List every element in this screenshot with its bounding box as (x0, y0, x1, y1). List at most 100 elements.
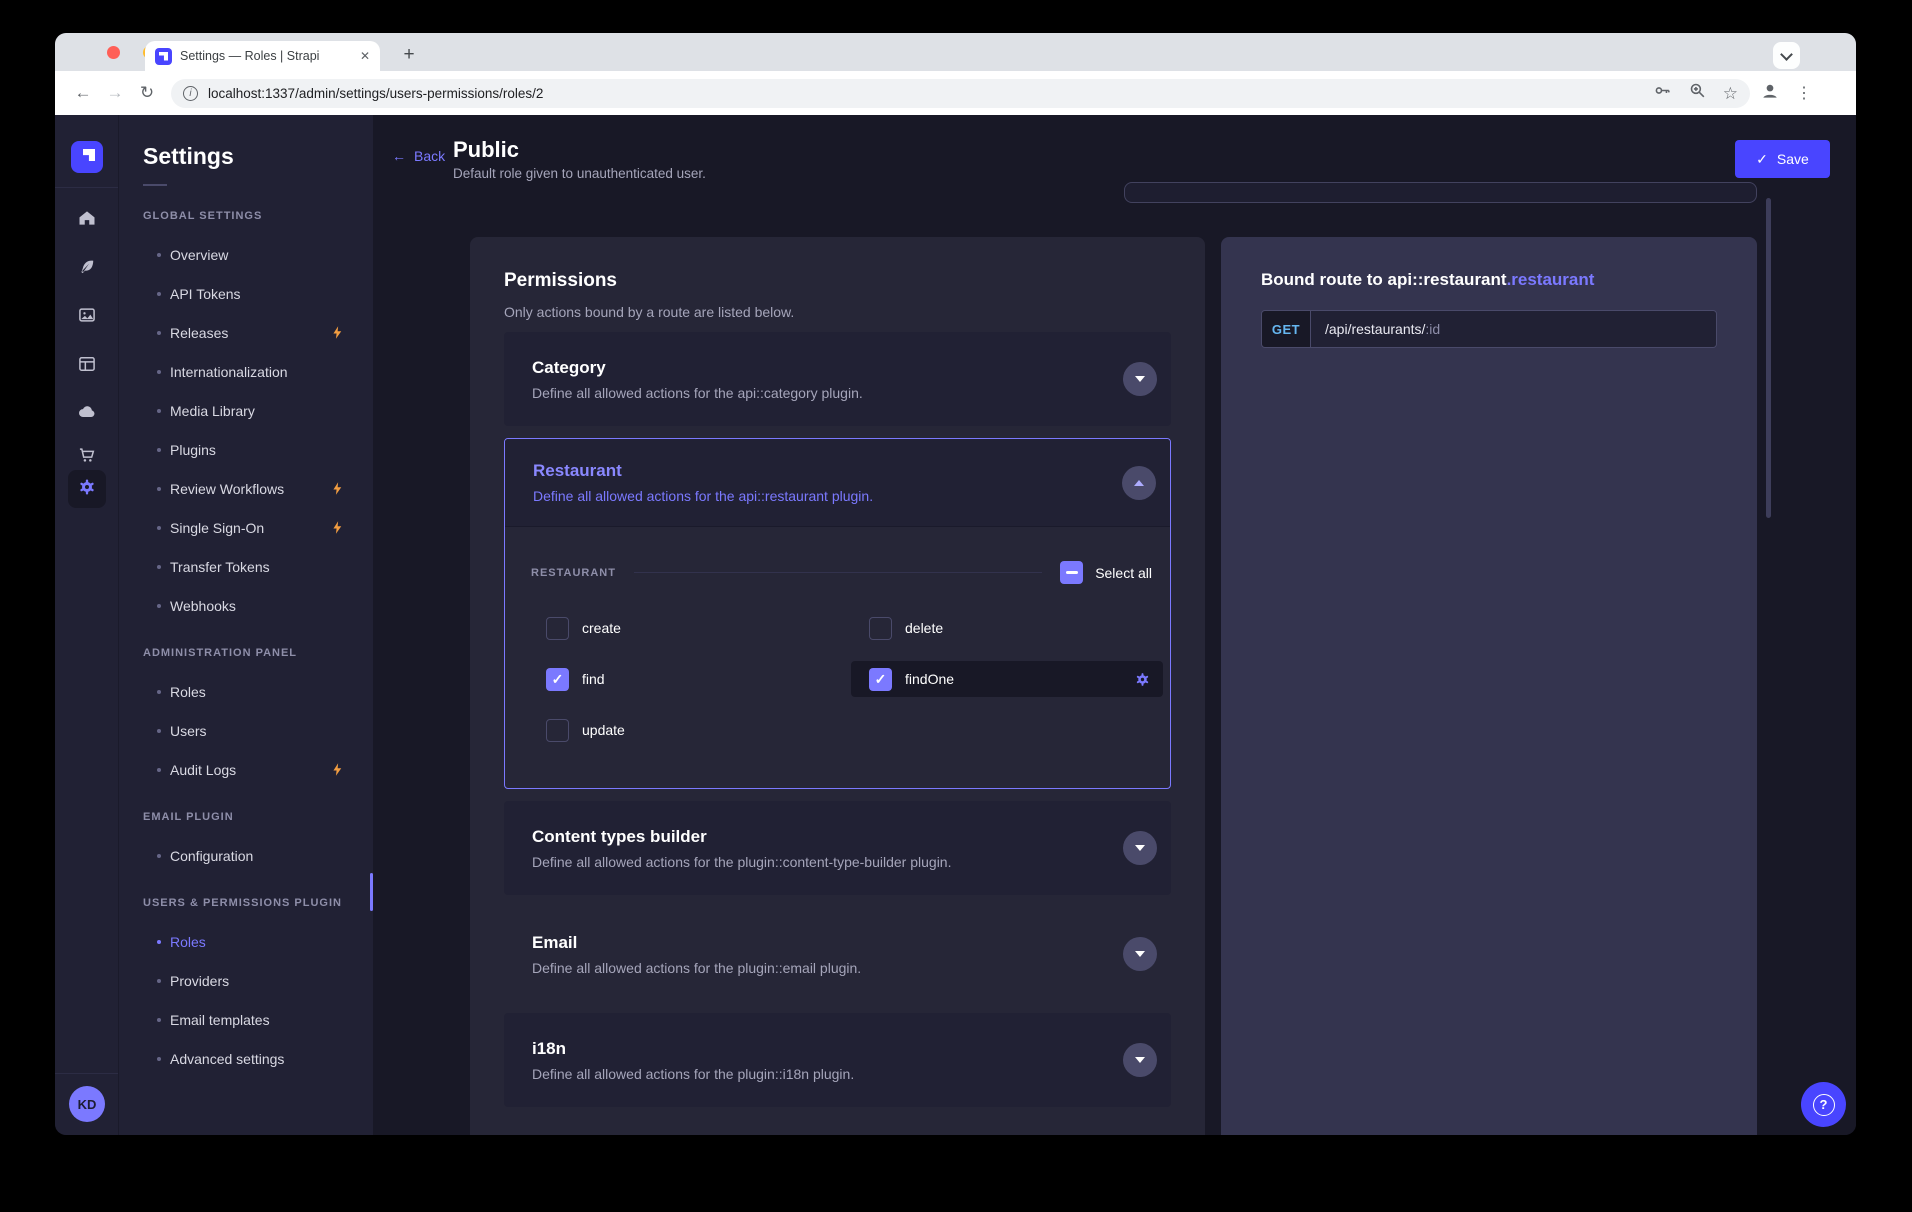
select-all-control[interactable]: Select all (1060, 561, 1152, 584)
sidebar-item-review-workflows[interactable]: Review Workflows (119, 469, 373, 508)
close-window-button[interactable] (107, 46, 120, 59)
zoom-in-icon[interactable] (1688, 81, 1707, 105)
action-find[interactable]: ✓ find (546, 661, 851, 697)
findone-checkbox[interactable]: ✓ (869, 668, 892, 691)
expand-button[interactable] (1123, 937, 1157, 971)
sidebar-item-email-templates[interactable]: Email templates (119, 1000, 373, 1039)
nav-home-icon[interactable] (77, 208, 97, 228)
sidebar-item-email-configuration[interactable]: Configuration (119, 836, 373, 875)
section-global-settings: GLOBAL SETTINGS (119, 196, 373, 235)
settings-title: Settings (119, 115, 373, 170)
description-field-clipped[interactable] (1124, 182, 1757, 203)
lightning-icon (330, 481, 345, 496)
bound-route-title: Bound route to api::restaurant.restauran… (1261, 270, 1717, 290)
user-avatar[interactable]: KD (69, 1086, 105, 1122)
browser-toolbar: ← → ↻ i localhost:1337/admin/settings/us… (55, 71, 1856, 115)
expand-button[interactable] (1123, 362, 1157, 396)
section-users-permissions-plugin: USERS & PERMISSIONS PLUGIN (119, 883, 373, 922)
sidebar-item-up-roles[interactable]: Roles (119, 922, 373, 961)
new-tab-button[interactable]: + (395, 41, 423, 69)
browser-reload-button[interactable]: ↻ (131, 83, 163, 103)
strapi-app: KD Settings GLOBAL SETTINGS Overview API… (55, 115, 1856, 1135)
sidebar-item-providers[interactable]: Providers (119, 961, 373, 1000)
divider (143, 184, 167, 186)
password-key-icon[interactable] (1653, 81, 1672, 105)
action-create[interactable]: create (546, 610, 851, 646)
nav-content-type-builder-icon[interactable] (77, 354, 97, 374)
strapi-favicon-icon (155, 48, 172, 65)
expand-button[interactable] (1123, 1043, 1157, 1077)
sidebar-item-overview[interactable]: Overview (119, 235, 373, 274)
find-checkbox[interactable]: ✓ (546, 668, 569, 691)
nav-media-library-icon[interactable] (77, 305, 97, 325)
nav-content-manager-icon[interactable] (77, 257, 97, 277)
sidebar-item-transfer-tokens[interactable]: Transfer Tokens (119, 547, 373, 586)
divider (55, 1073, 118, 1074)
sidebar-item-webhooks[interactable]: Webhooks (119, 586, 373, 625)
bound-route-panel: Bound route to api::restaurant.restauran… (1221, 237, 1757, 1135)
help-button[interactable]: ? (1801, 1082, 1846, 1127)
group-label: RESTAURANT (531, 567, 616, 579)
accordion-ctb-header[interactable]: Content types builder Define all allowed… (504, 801, 1171, 895)
route-path[interactable]: /api/restaurants/:id (1311, 311, 1716, 347)
sidebar-item-internationalization[interactable]: Internationalization (119, 352, 373, 391)
page-subtitle: Default role given to unauthenticated us… (453, 166, 706, 181)
actions-grid: create delete ✓ find (531, 610, 1156, 748)
sidebar-item-media-library[interactable]: Media Library (119, 391, 373, 430)
sidebar-item-plugins[interactable]: Plugins (119, 430, 373, 469)
accordion-i18n-header[interactable]: i18n Define all allowed actions for the … (504, 1013, 1171, 1107)
accordion-email-header[interactable]: Email Define all allowed actions for the… (504, 907, 1171, 1001)
action-update[interactable]: update (546, 712, 851, 748)
page-title: Public (453, 137, 519, 163)
bookmark-star-icon[interactable]: ☆ (1723, 85, 1738, 102)
nav-marketplace-icon[interactable] (77, 445, 97, 465)
tab-search-button[interactable] (1773, 42, 1800, 69)
update-checkbox[interactable] (546, 719, 569, 742)
sidebar-item-admin-roles[interactable]: Roles (119, 672, 373, 711)
settings-sidebar: Settings GLOBAL SETTINGS Overview API To… (119, 115, 373, 1135)
permissions-title: Permissions (504, 270, 1171, 292)
question-mark-icon: ? (1813, 1094, 1835, 1116)
action-settings-gear-icon[interactable] (1134, 671, 1151, 688)
scrollbar-thumb[interactable] (1766, 198, 1771, 518)
create-checkbox[interactable] (546, 617, 569, 640)
address-bar[interactable]: i localhost:1337/admin/settings/users-pe… (171, 79, 1750, 108)
nav-deploy-cloud-icon[interactable] (77, 402, 97, 422)
desktop-background: Settings — Roles | Strapi ✕ + ← → ↻ i lo… (0, 0, 1912, 1212)
delete-checkbox[interactable] (869, 617, 892, 640)
check-icon: ✓ (1756, 151, 1768, 168)
browser-forward-button[interactable]: → (99, 83, 131, 103)
sidebar-item-api-tokens[interactable]: API Tokens (119, 274, 373, 313)
chevron-down-icon (1135, 1057, 1145, 1063)
profile-avatar-icon[interactable] (1760, 81, 1780, 106)
accordion-restaurant-header[interactable]: Restaurant Define all allowed actions fo… (505, 439, 1170, 526)
nav-settings-active[interactable] (68, 470, 106, 508)
url-text: localhost:1337/admin/settings/users-perm… (208, 86, 1641, 101)
sidebar-item-advanced-settings[interactable]: Advanced settings (119, 1039, 373, 1078)
accordion-category-header[interactable]: Category Define all allowed actions for … (504, 332, 1171, 426)
select-all-checkbox[interactable] (1060, 561, 1083, 584)
sidebar-item-releases[interactable]: Releases (119, 313, 373, 352)
tab-title: Settings — Roles | Strapi (180, 49, 354, 63)
browser-back-button[interactable]: ← (67, 83, 99, 103)
action-delete[interactable]: delete (851, 610, 1163, 646)
browser-tab[interactable]: Settings — Roles | Strapi ✕ (145, 41, 380, 71)
action-findone[interactable]: ✓ findOne (851, 661, 1163, 697)
sidebar-item-admin-users[interactable]: Users (119, 711, 373, 750)
collapse-button[interactable] (1122, 466, 1156, 500)
expand-button[interactable] (1123, 831, 1157, 865)
chevron-up-icon (1134, 480, 1144, 486)
scroll-region[interactable]: Permissions Only actions bound by a rout… (373, 190, 1856, 1135)
strapi-logo (71, 141, 103, 173)
divider (55, 187, 118, 188)
back-link[interactable]: ← Back (392, 148, 445, 164)
site-info-icon[interactable]: i (183, 86, 198, 101)
sidebar-item-audit-logs[interactable]: Audit Logs (119, 750, 373, 789)
section-email-plugin: EMAIL PLUGIN (119, 797, 373, 836)
tab-close-icon[interactable]: ✕ (360, 49, 370, 63)
sidebar-item-single-sign-on[interactable]: Single Sign-On (119, 508, 373, 547)
restaurant-permissions-body: RESTAURANT Select all create (505, 526, 1170, 788)
save-button[interactable]: ✓ Save (1735, 140, 1830, 178)
route-display: GET /api/restaurants/:id (1261, 310, 1717, 348)
browser-menu-icon[interactable]: ⋮ (1796, 83, 1812, 103)
